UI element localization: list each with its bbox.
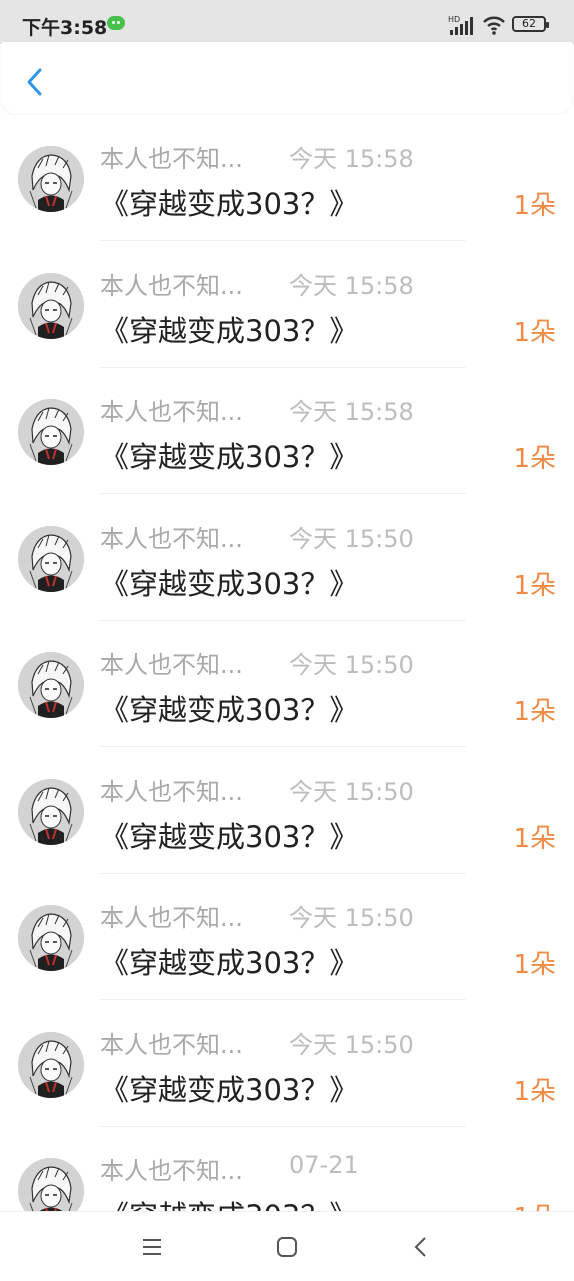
gift-record-list[interactable]: 本人也不知... 今天 15:58 《穿越变成303？》 1朵 本人也不知...…: [0, 115, 574, 1211]
wechat-icon: [107, 16, 125, 30]
avatar[interactable]: [18, 652, 84, 718]
flower-count: 1朵: [513, 1197, 556, 1211]
list-item[interactable]: 本人也不知... 今天 15:58 《穿越变成303？》 1朵: [0, 242, 574, 368]
list-item[interactable]: 本人也不知... 今天 15:58 《穿越变成303？》 1朵: [0, 115, 574, 241]
username: 本人也不知...: [100, 525, 243, 553]
list-item[interactable]: 本人也不知... 07-21 《穿越变成303？》 1朵: [0, 1127, 574, 1211]
item-title: 《穿越变成303？》: [100, 314, 359, 348]
avatar[interactable]: [18, 1032, 84, 1098]
username: 本人也不知...: [100, 145, 243, 173]
timestamp: 今天 15:50: [289, 1031, 414, 1059]
item-title: 《穿越变成303？》: [100, 693, 359, 727]
item-title: 《穿越变成303？》: [100, 820, 359, 854]
status-time: 下午3:58: [22, 17, 108, 39]
flower-count: 1朵: [513, 697, 556, 727]
row-divider: [100, 999, 466, 1000]
list-item[interactable]: 本人也不知... 今天 15:50 《穿越变成303？》 1朵: [0, 621, 574, 747]
flower-count: 1朵: [513, 824, 556, 854]
home-icon[interactable]: [272, 1232, 302, 1262]
list-item[interactable]: 本人也不知... 今天 15:50 《穿越变成303？》 1朵: [0, 748, 574, 874]
row-divider: [100, 493, 466, 494]
avatar[interactable]: [18, 399, 84, 465]
flower-count: 1朵: [513, 191, 556, 221]
timestamp: 07-21: [289, 1151, 359, 1179]
nav-header: [2, 42, 572, 114]
item-title: 《穿越变成303？》: [100, 567, 359, 601]
username: 本人也不知...: [100, 651, 243, 679]
wifi-icon: [483, 16, 505, 35]
svg-text:HD: HD: [448, 15, 460, 24]
username: 本人也不知...: [100, 1031, 243, 1059]
timestamp: 今天 15:50: [289, 525, 414, 553]
item-title: 《穿越变成303？》: [100, 946, 359, 980]
row-divider: [100, 746, 466, 747]
timestamp: 今天 15:58: [289, 272, 414, 300]
username: 本人也不知...: [100, 398, 243, 426]
avatar[interactable]: [18, 146, 84, 212]
flower-count: 1朵: [513, 950, 556, 980]
avatar[interactable]: [18, 779, 84, 845]
battery-level: 62: [522, 17, 536, 30]
timestamp: 今天 15:58: [289, 145, 414, 173]
username: 本人也不知...: [100, 272, 243, 300]
flower-count: 1朵: [513, 318, 556, 348]
username: 本人也不知...: [100, 1157, 243, 1185]
item-title: 《穿越变成303？》: [100, 187, 359, 221]
status-bar: 下午3:58 HD 62: [0, 0, 574, 44]
chevron-left-icon[interactable]: [22, 66, 50, 98]
item-title: 《穿越变成303？》: [100, 440, 359, 474]
avatar[interactable]: [18, 526, 84, 592]
item-title: 《穿越变成303？》: [100, 1193, 358, 1211]
flower-count: 1朵: [513, 444, 556, 474]
timestamp: 今天 15:58: [289, 398, 414, 426]
username: 本人也不知...: [100, 778, 243, 806]
item-title: 《穿越变成303？》: [100, 1073, 359, 1107]
timestamp: 今天 15:50: [289, 904, 414, 932]
list-item[interactable]: 本人也不知... 今天 15:58 《穿越变成303？》 1朵: [0, 368, 574, 494]
list-item[interactable]: 本人也不知... 今天 15:50 《穿越变成303？》 1朵: [0, 874, 574, 1000]
avatar[interactable]: [18, 1158, 84, 1211]
list-item[interactable]: 本人也不知... 今天 15:50 《穿越变成303？》 1朵: [0, 495, 574, 621]
avatar[interactable]: [18, 273, 84, 339]
back-icon[interactable]: [406, 1232, 436, 1262]
list-item[interactable]: 本人也不知... 今天 15:50 《穿越变成303？》 1朵: [0, 1001, 574, 1127]
timestamp: 今天 15:50: [289, 778, 414, 806]
menu-icon[interactable]: [137, 1232, 167, 1262]
flower-count: 1朵: [513, 571, 556, 601]
avatar[interactable]: [18, 905, 84, 971]
row-divider: [100, 240, 466, 241]
username: 本人也不知...: [100, 904, 243, 932]
hd-signal-icon: HD: [448, 15, 473, 35]
battery-icon: 62: [512, 16, 549, 32]
timestamp: 今天 15:50: [289, 651, 414, 679]
system-nav-bar: [0, 1211, 574, 1281]
flower-count: 1朵: [513, 1077, 556, 1107]
